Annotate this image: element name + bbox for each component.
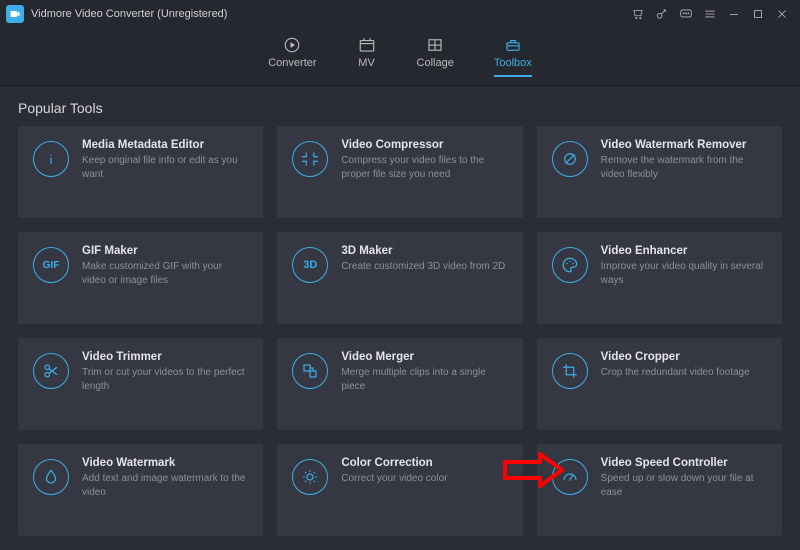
- tool-video-speed-controller[interactable]: Video Speed Controller Speed up or slow d…: [537, 444, 782, 536]
- tool-video-compressor[interactable]: Video Compressor Compress your video file…: [277, 126, 522, 218]
- tool-video-merger[interactable]: Video Merger Merge multiple clips into a …: [277, 338, 522, 430]
- tool-title: Video Enhancer: [601, 245, 767, 257]
- tool-title: Video Speed Controller: [601, 457, 767, 469]
- tab-collage[interactable]: Collage: [417, 36, 454, 77]
- tab-toolbox[interactable]: Toolbox: [494, 36, 532, 77]
- tool-title: GIF Maker: [82, 245, 248, 257]
- titlebar: Vidmore Video Converter (Unregistered): [0, 0, 800, 28]
- tab-mv[interactable]: MV: [357, 36, 377, 77]
- tool-color-correction[interactable]: Color Correction Correct your video color: [277, 444, 522, 536]
- gauge-icon: [552, 459, 588, 495]
- maximize-icon[interactable]: [746, 0, 770, 28]
- tool-desc: Speed up or slow down your file at ease: [601, 472, 767, 499]
- close-icon[interactable]: [770, 0, 794, 28]
- gif-icon: GIF: [33, 247, 69, 283]
- tool-title: Video Watermark Remover: [601, 139, 767, 151]
- tool-desc: Create customized 3D video from 2D: [341, 260, 505, 274]
- tools-grid: Media Metadata Editor Keep original file …: [18, 126, 782, 536]
- tool-desc: Keep original file info or edit as you w…: [82, 154, 248, 181]
- info-icon: [33, 141, 69, 177]
- tool-desc: Trim or cut your videos to the perfect l…: [82, 366, 248, 393]
- tool-title: Video Watermark: [82, 457, 248, 469]
- remove-watermark-icon: [552, 141, 588, 177]
- window-title: Vidmore Video Converter (Unregistered): [31, 8, 227, 20]
- sun-icon: [292, 459, 328, 495]
- tab-label: Collage: [417, 57, 454, 69]
- tool-title: Color Correction: [341, 457, 447, 469]
- tab-label: Converter: [268, 57, 316, 69]
- tool-desc: Correct your video color: [341, 472, 447, 486]
- tool-title: Video Trimmer: [82, 351, 248, 363]
- tool-gif-maker[interactable]: GIF GIF Maker Make customized GIF with yo…: [18, 232, 263, 324]
- feedback-icon[interactable]: [674, 0, 698, 28]
- tool-title: Video Merger: [341, 351, 507, 363]
- scissors-icon: [33, 353, 69, 389]
- key-icon[interactable]: [650, 0, 674, 28]
- three-d-icon: 3D: [292, 247, 328, 283]
- tool-title: Media Metadata Editor: [82, 139, 248, 151]
- tool-title: 3D Maker: [341, 245, 505, 257]
- palette-icon: [552, 247, 588, 283]
- tool-desc: Add text and image watermark to the vide…: [82, 472, 248, 499]
- tool-3d-maker[interactable]: 3D 3D Maker Create customized 3D video fr…: [277, 232, 522, 324]
- tool-desc: Make customized GIF with your video or i…: [82, 260, 248, 287]
- tab-label: MV: [358, 57, 375, 69]
- tool-video-trimmer[interactable]: Video Trimmer Trim or cut your videos to …: [18, 338, 263, 430]
- tool-desc: Improve your video quality in several wa…: [601, 260, 767, 287]
- compress-icon: [292, 141, 328, 177]
- main-tabs: Converter MV Collage Toolbox: [0, 28, 800, 86]
- section-title: Popular Tools: [18, 100, 782, 116]
- cart-icon[interactable]: [626, 0, 650, 28]
- tool-desc: Merge multiple clips into a single piece: [341, 366, 507, 393]
- tab-label: Toolbox: [494, 57, 532, 69]
- tab-converter[interactable]: Converter: [268, 36, 316, 77]
- crop-icon: [552, 353, 588, 389]
- water-drop-icon: [33, 459, 69, 495]
- tool-desc: Remove the watermark from the video flex…: [601, 154, 767, 181]
- app-logo: [6, 5, 24, 23]
- minimize-icon[interactable]: [722, 0, 746, 28]
- tool-video-cropper[interactable]: Video Cropper Crop the redundant video fo…: [537, 338, 782, 430]
- merge-icon: [292, 353, 328, 389]
- tool-video-watermark-remover[interactable]: Video Watermark Remover Remove the waterm…: [537, 126, 782, 218]
- tool-video-watermark[interactable]: Video Watermark Add text and image waterm…: [18, 444, 263, 536]
- tool-media-metadata-editor[interactable]: Media Metadata Editor Keep original file …: [18, 126, 263, 218]
- menu-icon[interactable]: [698, 0, 722, 28]
- tool-desc: Crop the redundant video footage: [601, 366, 750, 380]
- tool-video-enhancer[interactable]: Video Enhancer Improve your video quality…: [537, 232, 782, 324]
- tool-desc: Compress your video files to the proper …: [341, 154, 507, 181]
- tool-title: Video Cropper: [601, 351, 750, 363]
- tool-title: Video Compressor: [341, 139, 507, 151]
